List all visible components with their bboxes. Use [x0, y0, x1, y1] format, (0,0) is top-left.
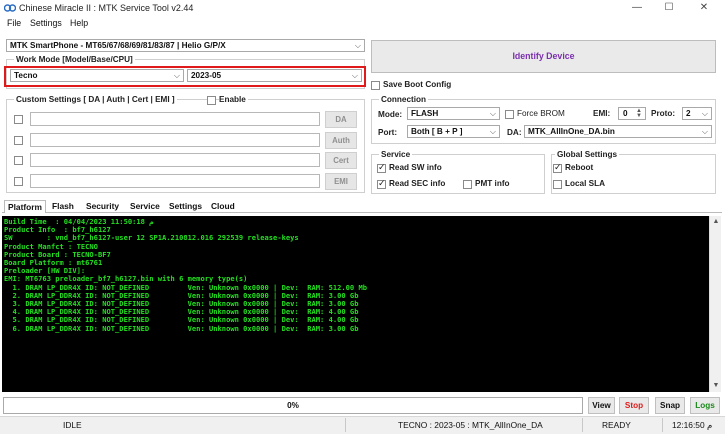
chevron-down-icon: ⌵: [701, 127, 708, 136]
maximize-button[interactable]: ☐: [655, 0, 683, 17]
mode-label: Mode:: [378, 110, 403, 119]
reboot-label: Reboot: [565, 163, 594, 172]
port-select[interactable]: Both [ B + P ] ⌵: [407, 125, 500, 138]
read-sw-info-label: Read SW info: [389, 163, 442, 172]
read-sec-info-label: Read SEC info: [389, 179, 446, 188]
save-boot-config-checkbox[interactable]: [371, 81, 380, 90]
menu-settings[interactable]: Settings: [30, 18, 62, 28]
stepper-arrows-icon: ▲ ▼: [636, 108, 642, 119]
log-console[interactable]: Build Time : 04/04/2023 11:50:18 م Produ…: [2, 216, 709, 392]
reboot-checkbox[interactable]: [553, 162, 562, 173]
snap-button[interactable]: Snap: [655, 397, 685, 414]
port-label: Port:: [378, 128, 398, 137]
force-brom-checkbox[interactable]: [505, 110, 514, 119]
da-button[interactable]: DA: [325, 111, 357, 128]
auth-button[interactable]: Auth: [325, 132, 357, 149]
minimize-button[interactable]: —: [623, 0, 651, 17]
chevron-down-icon: ⌵: [701, 109, 708, 118]
tab-platform[interactable]: Platform: [4, 200, 46, 213]
status-state: IDLE: [63, 420, 82, 430]
tab-flash[interactable]: Flash: [49, 200, 77, 213]
custom-settings-label: Custom Settings [ DA | Auth | Cert | EMI…: [14, 95, 177, 104]
proto-label: Proto:: [651, 109, 676, 118]
close-button[interactable]: ✕: [690, 0, 718, 17]
chevron-down-icon: ⌵: [489, 109, 496, 118]
local-sla-checkbox[interactable]: [553, 180, 562, 189]
auth-path-field[interactable]: [30, 133, 320, 147]
proto-select[interactable]: 2 ⌵: [682, 107, 712, 120]
enable-checkbox[interactable]: [207, 96, 216, 105]
cert-checkbox[interactable]: [14, 156, 23, 165]
chevron-down-icon: ⌵: [354, 41, 361, 50]
scroll-up-arrow-icon[interactable]: ▲: [710, 216, 722, 228]
work-mode-label: Work Mode [Model/Base/CPU]: [14, 55, 135, 64]
cert-path-field[interactable]: [30, 153, 320, 167]
status-time: 12:16:50 م: [672, 420, 713, 430]
log-lines: Build Time : 04/04/2023 11:50:18 م Produ…: [4, 217, 367, 333]
tab-cloud[interactable]: Cloud: [208, 200, 238, 213]
emi-label: EMI:: [593, 109, 611, 118]
chevron-down-icon: ⌵: [351, 71, 358, 80]
da-label: DA:: [507, 128, 522, 137]
app-logo-icon: [4, 4, 16, 12]
tab-service[interactable]: Service: [127, 200, 163, 213]
auth-checkbox[interactable]: [14, 136, 23, 145]
brand-select[interactable]: Tecno ⌵: [10, 69, 184, 82]
enable-label: Enable: [219, 95, 248, 104]
da-path-field[interactable]: [30, 112, 320, 126]
global-settings-label: Global Settings: [555, 150, 620, 159]
service-label: Service: [379, 150, 413, 159]
da-select[interactable]: MTK_AllInOne_DA.bin ⌵: [524, 125, 712, 138]
identify-device-button[interactable]: Identify Device: [371, 40, 716, 73]
chipset-select[interactable]: MTK SmartPhone - MT65/67/68/69/81/83/87 …: [6, 39, 365, 52]
status-divider: [582, 418, 583, 432]
cert-button[interactable]: Cert: [325, 152, 357, 169]
mode-select[interactable]: FLASH ⌵: [407, 107, 500, 120]
tab-settings[interactable]: Settings: [166, 200, 205, 213]
force-brom-label: Force BROM: [517, 109, 565, 118]
pmt-info-label: PMT info: [475, 179, 510, 188]
emi-stepper[interactable]: 0 ▲ ▼: [618, 107, 646, 120]
global-settings-group: [551, 154, 716, 194]
emi-path-field[interactable]: [30, 174, 320, 188]
read-sw-info-checkbox[interactable]: [377, 162, 386, 173]
scroll-down-arrow-icon[interactable]: ▼: [710, 380, 722, 392]
menu-bar: [0, 17, 725, 31]
stop-button[interactable]: Stop: [619, 397, 649, 414]
read-sec-info-checkbox[interactable]: [377, 178, 386, 189]
console-scrollbar[interactable]: ▲ ▼: [709, 216, 721, 392]
status-divider: [662, 418, 663, 432]
menu-file[interactable]: File: [7, 18, 21, 28]
pmt-info-checkbox[interactable]: [463, 180, 472, 189]
status-divider: [345, 418, 346, 432]
logs-button[interactable]: Logs: [690, 397, 720, 414]
status-info: TECNO : 2023-05 : MTK_AllInOne_DA: [398, 420, 543, 430]
emi-checkbox[interactable]: [14, 177, 23, 186]
status-ready: READY: [602, 420, 631, 430]
chevron-down-icon: ⌵: [173, 71, 180, 80]
local-sla-label: Local SLA: [565, 179, 606, 188]
service-group: [371, 154, 545, 194]
connection-label: Connection: [379, 95, 429, 104]
da-checkbox[interactable]: [14, 115, 23, 124]
chevron-down-icon: ⌵: [489, 127, 496, 136]
base-select[interactable]: 2023-05 ⌵: [187, 69, 362, 82]
log-line: 6. DRAM LP_DDR4X ID: NOT_DEFINED Ven: Un…: [4, 323, 359, 333]
progress-bar: 0%: [3, 397, 583, 414]
view-button[interactable]: View: [588, 397, 615, 414]
emi-button[interactable]: EMI: [325, 173, 357, 190]
menu-help[interactable]: Help: [70, 18, 88, 28]
tab-security[interactable]: Security: [83, 200, 122, 213]
save-boot-config-label: Save Boot Config: [383, 80, 452, 89]
window-title: Chinese Miracle II : MTK Service Tool v2…: [19, 3, 194, 13]
